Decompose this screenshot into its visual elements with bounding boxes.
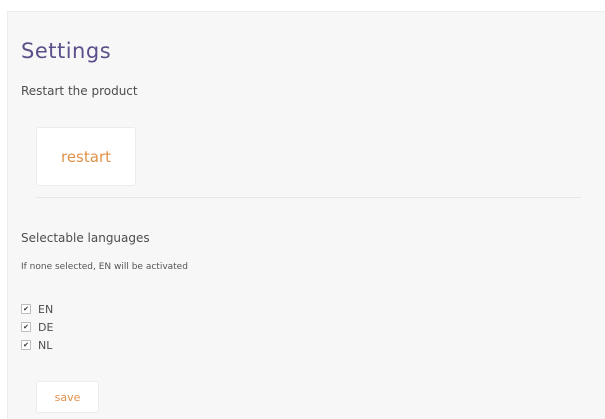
language-label-nl: NL: [38, 338, 53, 352]
language-option-de[interactable]: ✔ DE: [21, 318, 53, 336]
language-label-en: EN: [38, 302, 54, 316]
language-checkbox-de[interactable]: ✔: [21, 322, 31, 332]
language-label-de: DE: [38, 320, 54, 334]
languages-title: Selectable languages: [21, 231, 150, 245]
restart-button[interactable]: restart: [36, 127, 136, 186]
language-option-nl[interactable]: ✔ NL: [21, 336, 53, 354]
language-checkbox-nl[interactable]: ✔: [21, 340, 31, 350]
language-option-en[interactable]: ✔ EN: [21, 300, 53, 318]
page-title: Settings: [21, 39, 112, 63]
languages-note: If none selected, EN will be activated: [21, 262, 188, 272]
restart-description: Restart the product: [21, 84, 138, 98]
settings-panel: Settings Restart the product restart Sel…: [7, 11, 605, 419]
language-checkbox-en[interactable]: ✔: [21, 304, 31, 314]
save-button[interactable]: save: [36, 381, 99, 413]
language-list: ✔ EN ✔ DE ✔ NL: [21, 300, 53, 354]
section-divider: [36, 197, 581, 198]
